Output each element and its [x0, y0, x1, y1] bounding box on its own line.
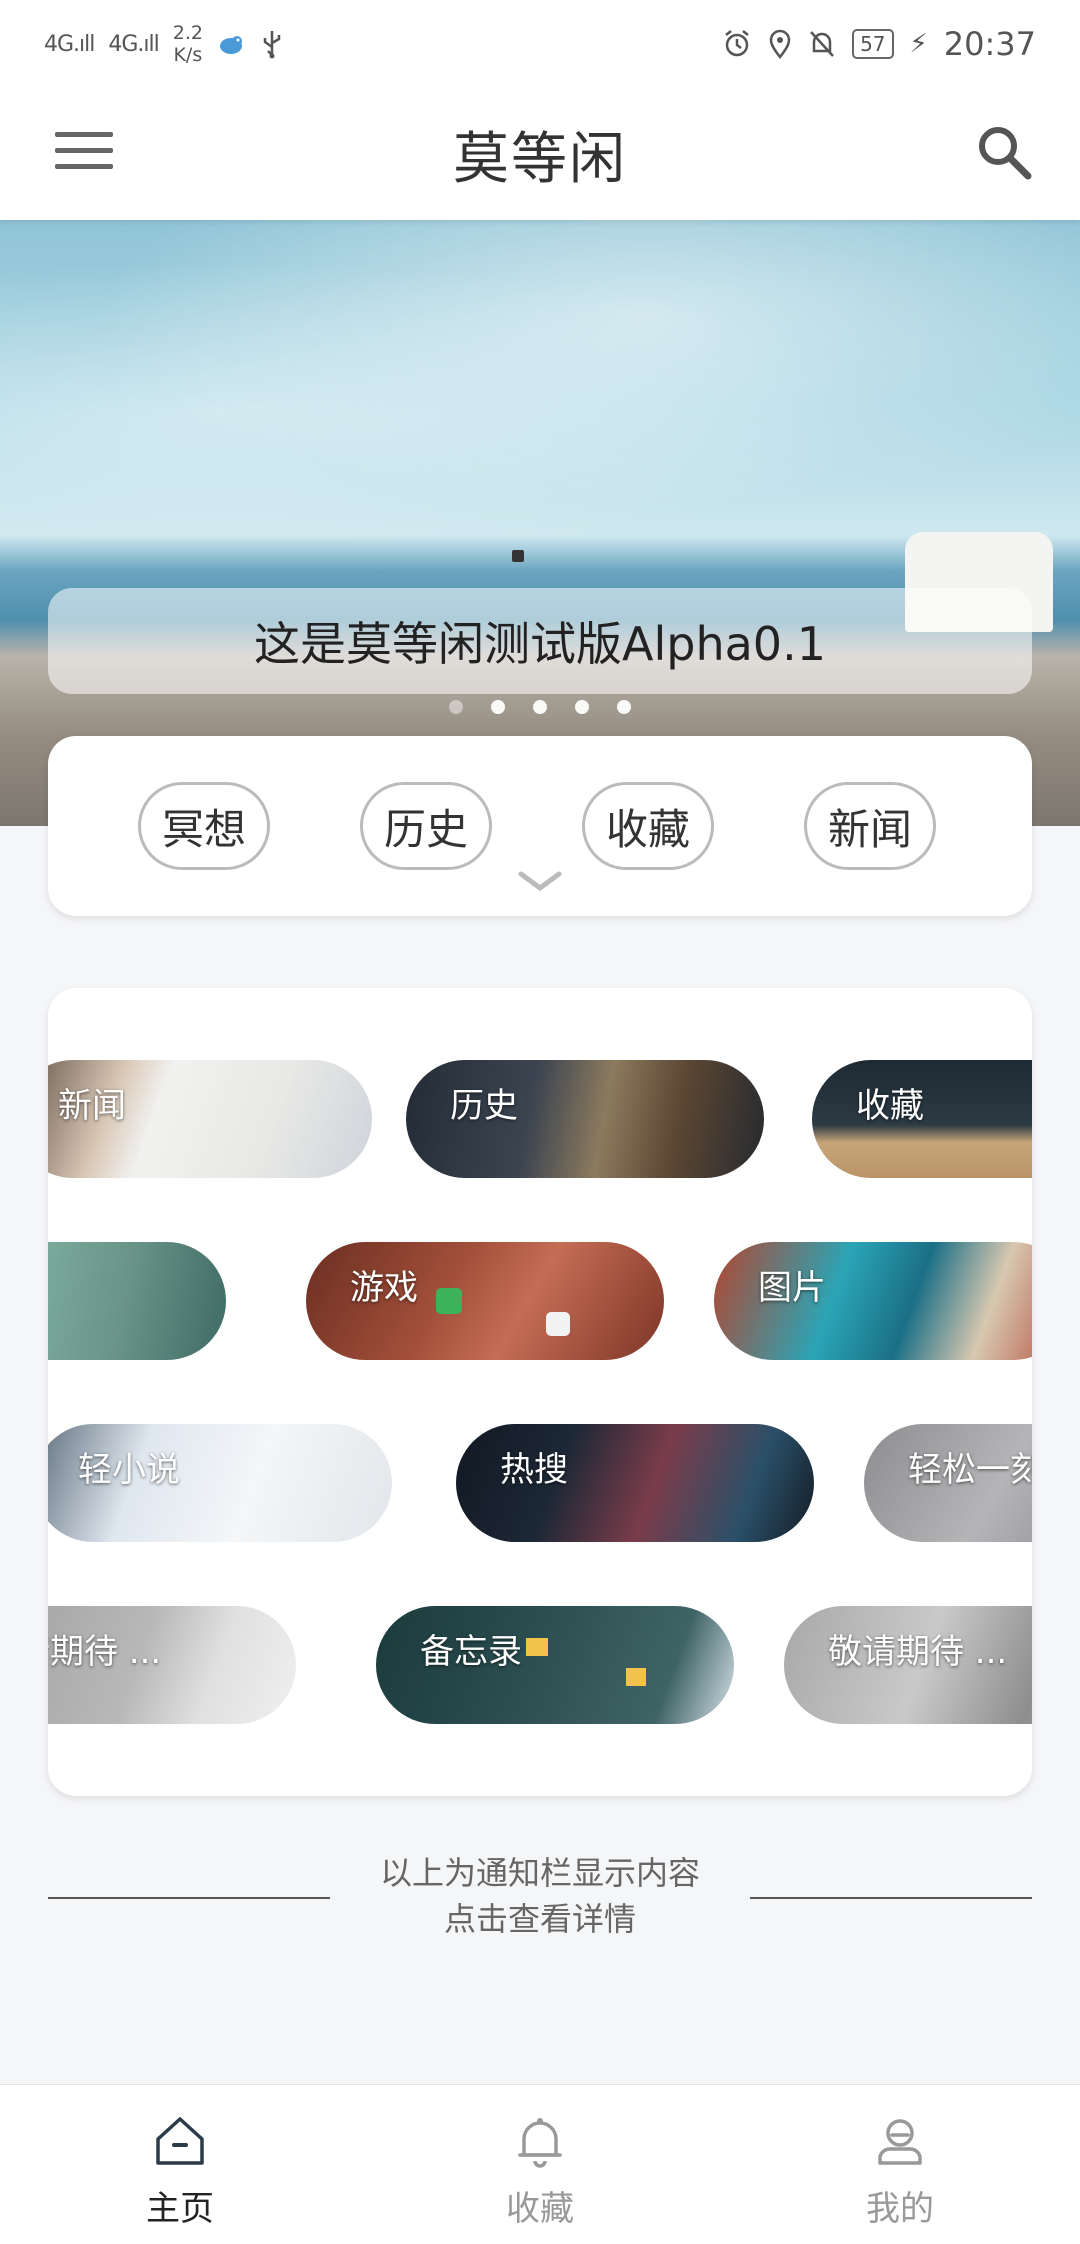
banner-sky: [0, 220, 1080, 540]
nav-favorites[interactable]: 收藏: [360, 2085, 720, 2244]
sticky-note-icon: [526, 1638, 548, 1656]
tile-coming-soon[interactable]: 敬请期待 ...: [48, 1606, 296, 1724]
divider-left: [48, 1897, 330, 1899]
tile-label: 游戏: [350, 1268, 418, 1308]
dice-icon: [436, 1288, 462, 1314]
status-bar: 4G.ıll 4G.ıll 2.2 K/s 57 ⚡ 20:37: [0, 0, 1080, 88]
quick-links-card: 冥想 历史 收藏 新闻: [48, 736, 1032, 916]
app-title: 莫等闲: [453, 126, 627, 192]
tile-pictures[interactable]: 图片: [714, 1242, 1032, 1360]
page-dot[interactable]: [491, 700, 505, 714]
menu-icon-line: [55, 164, 113, 169]
quick-link-history[interactable]: 历史: [360, 782, 492, 870]
search-icon: [979, 127, 1032, 180]
tile-label: 敬请期待 ...: [48, 1632, 162, 1672]
tile-games[interactable]: 游戏: [306, 1242, 664, 1360]
tile-history[interactable]: 历史: [406, 1060, 764, 1178]
tile-coming-soon-2[interactable]: 敬请期待 ...: [784, 1606, 1032, 1724]
network-speed-value: 2.2: [172, 22, 203, 44]
divider-right: [750, 1897, 1032, 1899]
notification-note[interactable]: 以上为通知栏显示内容 点击查看详情: [340, 1850, 740, 1942]
banner-boat: [512, 550, 524, 562]
nav-profile-label: 我的: [866, 2189, 934, 2229]
tile-relax-moment[interactable]: 轻松一刻: [864, 1424, 1032, 1542]
tile-trending[interactable]: 热搜: [456, 1424, 814, 1542]
status-right: 57 ⚡ 20:37: [722, 25, 1036, 63]
quick-link-meditation[interactable]: 冥想: [138, 782, 270, 870]
tile-label: 轻小说: [78, 1450, 180, 1490]
category-tiles-card: 新闻 历史 收藏 游戏 图片 轻小说 热搜 轻松一刻 敬请期待 ... 备忘录 …: [48, 988, 1032, 1796]
bell-icon: [518, 2118, 562, 2168]
app-bar: 莫等闲: [0, 88, 1080, 220]
tile-label: 轻松一刻: [908, 1450, 1032, 1490]
charging-icon: ⚡: [909, 29, 928, 59]
quick-link-favorites[interactable]: 收藏: [582, 782, 714, 870]
profile-icon: [878, 2119, 922, 2165]
search-button[interactable]: [972, 120, 1036, 184]
banner-caption: 这是莫等闲测试版Alpha0.1: [48, 588, 1032, 694]
tile-label: 备忘录: [420, 1632, 522, 1672]
bottom-navigation: 主页 收藏 我的: [0, 2084, 1080, 2244]
tile-label: 新闻: [58, 1086, 126, 1126]
alarm-icon: [725, 30, 749, 57]
page-dot[interactable]: [575, 700, 589, 714]
quick-link-news[interactable]: 新闻: [804, 782, 936, 870]
clock: 20:37: [943, 25, 1036, 63]
chevron-down-icon[interactable]: [517, 870, 563, 894]
battery-indicator: 57: [852, 29, 894, 59]
tile-label: 敬请期待 ...: [828, 1632, 1008, 1672]
tile-label: 收藏: [856, 1086, 924, 1126]
tile-memo[interactable]: 备忘录: [376, 1606, 734, 1724]
menu-icon: [55, 132, 113, 137]
home-icon: [156, 2117, 204, 2165]
nav-profile[interactable]: 我的: [720, 2085, 1080, 2244]
tile-unlabeled[interactable]: [48, 1242, 226, 1360]
page-dot[interactable]: [533, 700, 547, 714]
notification-note-line2: 点击查看详情: [443, 1900, 636, 1938]
menu-icon-line: [55, 148, 113, 153]
tile-label: 历史: [450, 1086, 518, 1126]
nav-favorites-label: 收藏: [506, 2189, 574, 2229]
network-speed-unit: K/s: [173, 44, 203, 66]
tile-news[interactable]: 新闻: [48, 1060, 372, 1178]
location-icon: [769, 29, 791, 59]
sticky-note-icon: [626, 1668, 646, 1686]
tile-label: 图片: [758, 1268, 826, 1308]
nav-home-label: 主页: [146, 2189, 214, 2229]
status-left: 4G.ıll 4G.ıll 2.2 K/s: [44, 22, 283, 66]
usb-icon: [263, 31, 281, 59]
bird-icon: [219, 36, 242, 54]
tile-label: 热搜: [500, 1450, 568, 1490]
signal-icon-2: 4G.ıll: [108, 31, 159, 57]
network-speed: 2.2 K/s: [173, 22, 203, 66]
tile-light-novel[interactable]: 轻小说: [48, 1424, 392, 1542]
signal-icon: 4G.ıll: [44, 31, 95, 57]
banner-page-indicator: [0, 700, 1080, 714]
menu-button[interactable]: [55, 132, 113, 176]
page-dot[interactable]: [617, 700, 631, 714]
notification-note-line1: 以上为通知栏显示内容: [379, 1854, 700, 1892]
dice-icon: [546, 1312, 570, 1336]
page-dot[interactable]: [449, 700, 463, 714]
mute-bell-icon: [810, 31, 834, 57]
tile-favorites[interactable]: 收藏: [812, 1060, 1032, 1178]
nav-home[interactable]: 主页: [0, 2085, 360, 2244]
